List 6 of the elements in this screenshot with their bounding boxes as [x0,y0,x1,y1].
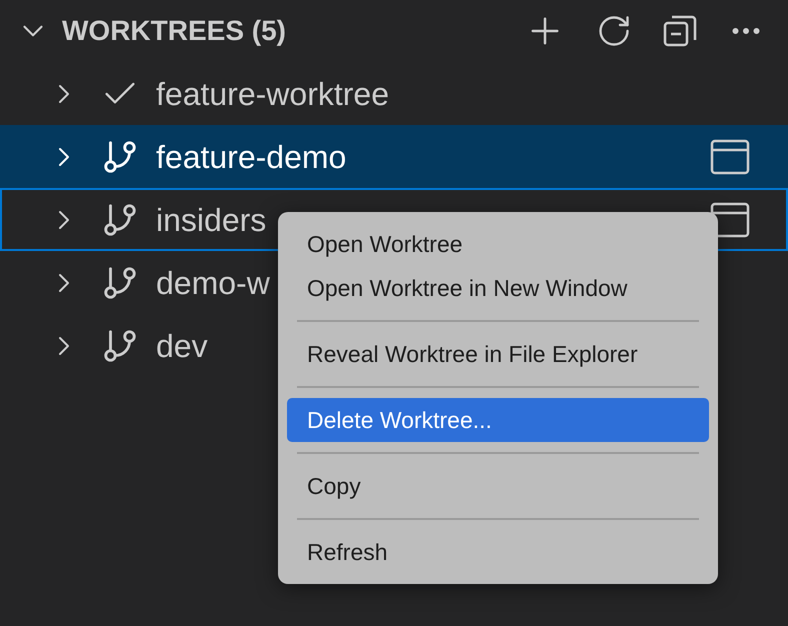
worktree-name: feature-demo [156,138,346,176]
worktree-name: dev [156,326,208,366]
worktree-name: feature-worktree [156,74,389,114]
section-title: WORKTREES (5) [62,14,286,48]
worktree-name: insiders [156,200,266,240]
worktree-name: demo-w [156,264,270,302]
